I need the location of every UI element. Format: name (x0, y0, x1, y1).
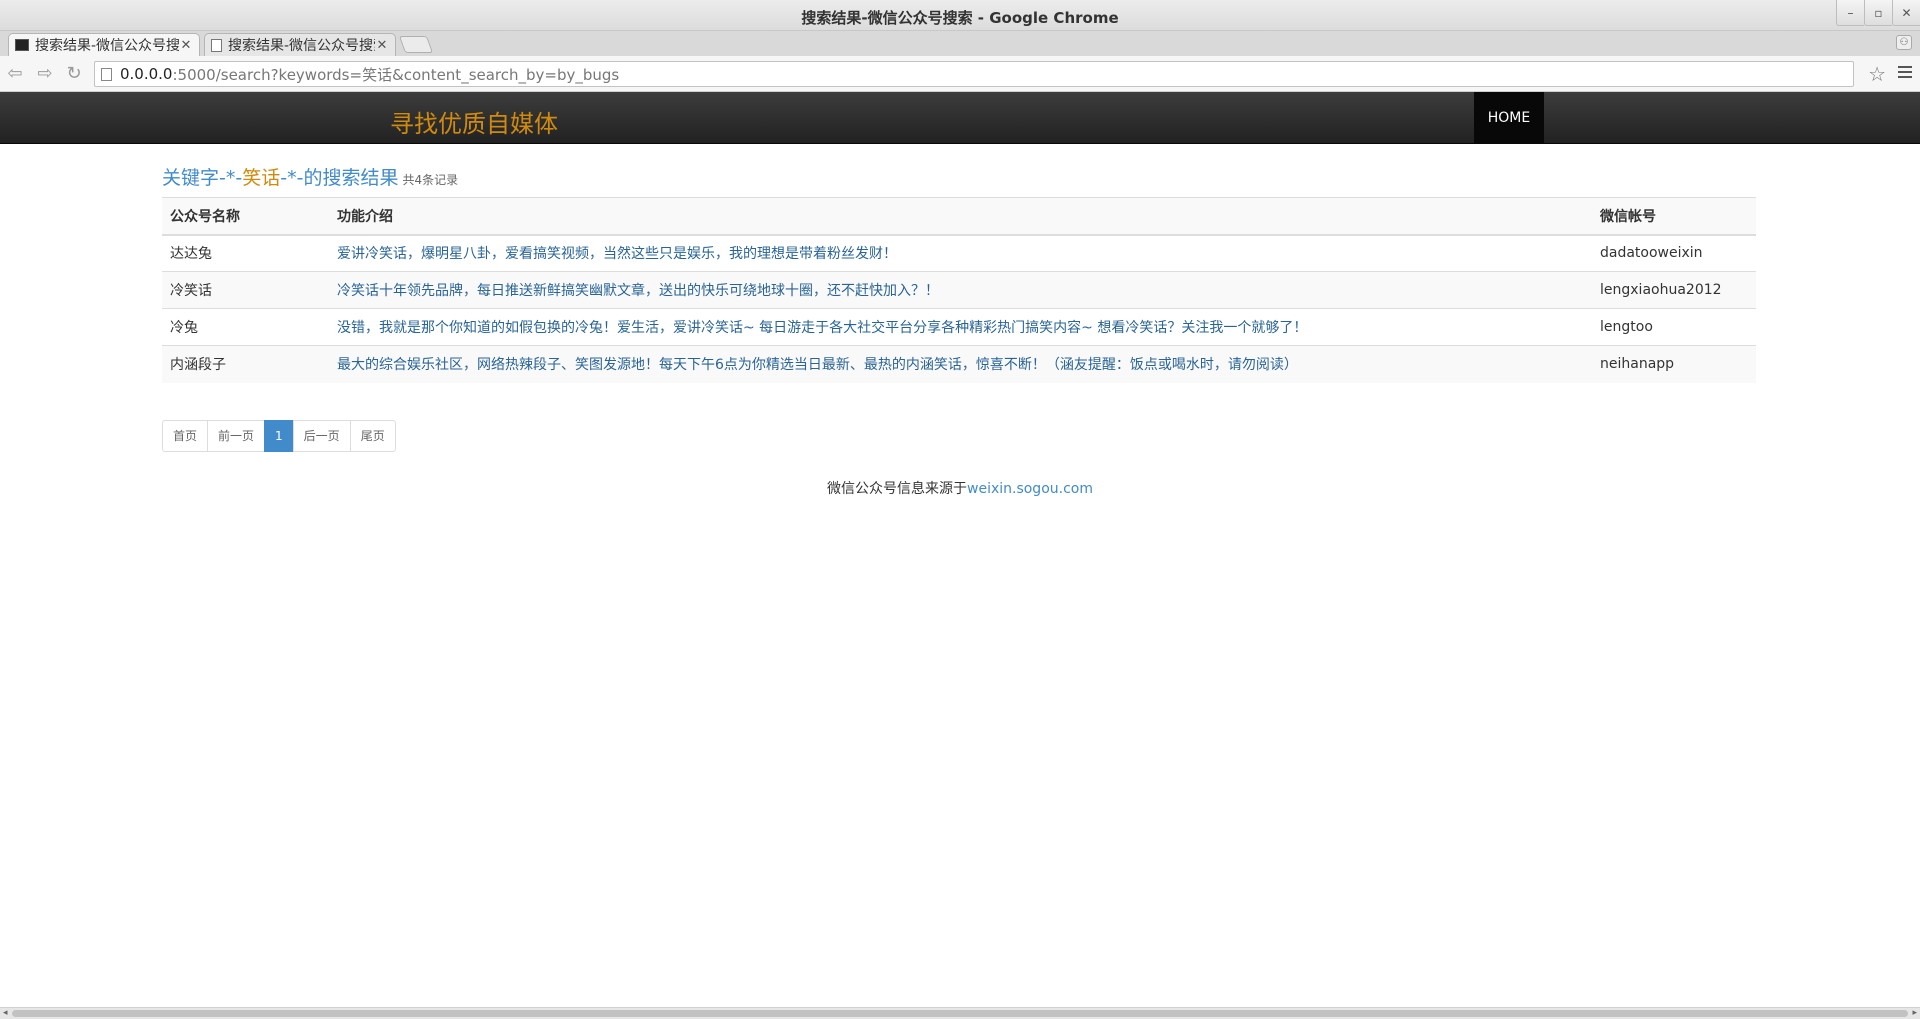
scrollbar-thumb[interactable] (12, 1010, 1908, 1017)
scroll-right-icon[interactable]: ▸ (1912, 1008, 1917, 1019)
url-host: 0.0.0.0 (120, 65, 173, 83)
profile-icon[interactable]: ⚇ (1896, 35, 1912, 50)
browser-tab-2[interactable]: 搜索结果-微信公众号搜索 ✕ (204, 33, 396, 56)
table-header-row: 公众号名称 功能介绍 微信帐号 (162, 197, 1756, 236)
result-count: 共4条记录 (402, 173, 459, 187)
nav-home-link[interactable]: HOME (1474, 92, 1544, 144)
chrome-menu-icon[interactable] (1898, 66, 1912, 81)
window-title: 搜索结果-微信公众号搜索 - Google Chrome (801, 9, 1119, 27)
pager-next-button[interactable]: 后一页 (292, 420, 351, 452)
footer-source-link[interactable]: weixin.sogou.com (967, 481, 1093, 497)
site-brand[interactable]: 寻找优质自媒体 (390, 104, 558, 139)
pager-prev-button[interactable]: 前一页 (207, 420, 266, 452)
horizontal-scrollbar[interactable]: ◂ ▸ (0, 1007, 1920, 1019)
minimize-button[interactable]: – (1836, 0, 1864, 26)
close-tab-icon[interactable]: ✕ (375, 38, 389, 53)
page-icon (101, 67, 112, 81)
table-row: 达达兔 爱讲冷笑话，爆明星八卦，爱看搞笑视频，当然这些只是娱乐，我的理想是带着粉… (162, 234, 1756, 272)
bookmark-star-icon[interactable]: ☆ (1868, 64, 1886, 84)
wechat-id: neihanapp (1592, 345, 1756, 383)
wechat-id: dadatooweixin (1592, 234, 1756, 272)
account-description-link[interactable]: 没错，我就是那个你知道的如假包换的冷兔！爱生活，爱讲冷笑话~ 每日游走于各大社交… (329, 308, 1592, 346)
close-window-button[interactable]: ✕ (1892, 0, 1920, 26)
tab-label: 搜索结果-微信公众号搜索 (35, 38, 179, 54)
wechat-id: lengxiaohua2012 (1592, 271, 1756, 309)
footer-text: 微信公众号信息来源于 (827, 481, 967, 497)
heading-prefix: 关键字-*- (162, 167, 243, 189)
terminal-favicon-icon (15, 39, 29, 51)
account-name: 冷兔 (162, 308, 329, 346)
heading-keyword: 笑话 (242, 167, 281, 189)
pager-last-button[interactable]: 尾页 (349, 420, 396, 452)
tab-strip: 搜索结果-微信公众号搜索 ✕ 搜索结果-微信公众号搜索 ✕ (0, 31, 1920, 56)
reload-icon[interactable]: ↻ (63, 63, 85, 85)
window-titlebar: 搜索结果-微信公众号搜索 - Google Chrome – ▫ ✕ (0, 0, 1920, 31)
browser-tab-1[interactable]: 搜索结果-微信公众号搜索 ✕ (8, 33, 200, 56)
account-name: 冷笑话 (162, 271, 329, 309)
page-favicon-icon (211, 38, 222, 52)
table-row: 内涵段子 最大的综合娱乐社区，网络热辣段子、笑图发源地！每天下午6点为你精选当日… (162, 345, 1756, 383)
pager-first-button[interactable]: 首页 (162, 420, 209, 452)
results-heading: 关键字-*-笑话-*-的搜索结果 共4条记录 (162, 163, 458, 190)
table-row: 冷兔 没错，我就是那个你知道的如假包换的冷兔！爱生活，爱讲冷笑话~ 每日游走于各… (162, 308, 1756, 346)
results-table: 公众号名称 功能介绍 微信帐号 达达兔 爱讲冷笑话，爆明星八卦，爱看搞笑视频，当… (162, 197, 1756, 383)
account-description-link[interactable]: 冷笑话十年领先品牌，每日推送新鲜搞笑幽默文章，送出的快乐可绕地球十圈，还不赶快加… (329, 271, 1592, 309)
pager-current-page[interactable]: 1 (264, 420, 294, 452)
pagination: 首页 前一页 1 后一页 尾页 (162, 420, 396, 452)
account-description-link[interactable]: 爱讲冷笑话，爆明星八卦，爱看搞笑视频，当然这些只是娱乐，我的理想是带着粉丝发财！ (329, 234, 1592, 272)
browser-toolbar: ⇦ ⇨ ↻ 0.0.0.0:5000/search?keywords=笑话&co… (0, 56, 1920, 92)
column-header-account: 微信帐号 (1592, 197, 1756, 236)
column-header-name: 公众号名称 (162, 197, 329, 236)
maximize-button[interactable]: ▫ (1864, 0, 1892, 26)
new-tab-button[interactable] (398, 36, 434, 53)
table-row: 冷笑话 冷笑话十年领先品牌，每日推送新鲜搞笑幽默文章，送出的快乐可绕地球十圈，还… (162, 271, 1756, 309)
account-name: 内涵段子 (162, 345, 329, 383)
forward-icon[interactable]: ⇨ (34, 63, 56, 85)
heading-suffix: -*-的搜索结果 (280, 167, 399, 189)
scroll-left-icon[interactable]: ◂ (3, 1008, 8, 1019)
address-bar[interactable]: 0.0.0.0:5000/search?keywords=笑话&content_… (94, 61, 1854, 87)
close-tab-icon[interactable]: ✕ (179, 38, 193, 53)
site-navbar: 寻找优质自媒体 HOME (0, 92, 1920, 144)
wechat-id: lengtoo (1592, 308, 1756, 346)
page-footer: 微信公众号信息来源于weixin.sogou.com (0, 478, 1920, 498)
column-header-desc: 功能介绍 (329, 197, 1592, 236)
url-rest: :5000/search?keywords=笑话&content_search_… (172, 65, 620, 84)
tab-label: 搜索结果-微信公众号搜索 (228, 38, 375, 54)
account-name: 达达兔 (162, 234, 329, 272)
back-icon[interactable]: ⇦ (4, 63, 26, 85)
account-description-link[interactable]: 最大的综合娱乐社区，网络热辣段子、笑图发源地！每天下午6点为你精选当日最新、最热… (329, 345, 1592, 383)
